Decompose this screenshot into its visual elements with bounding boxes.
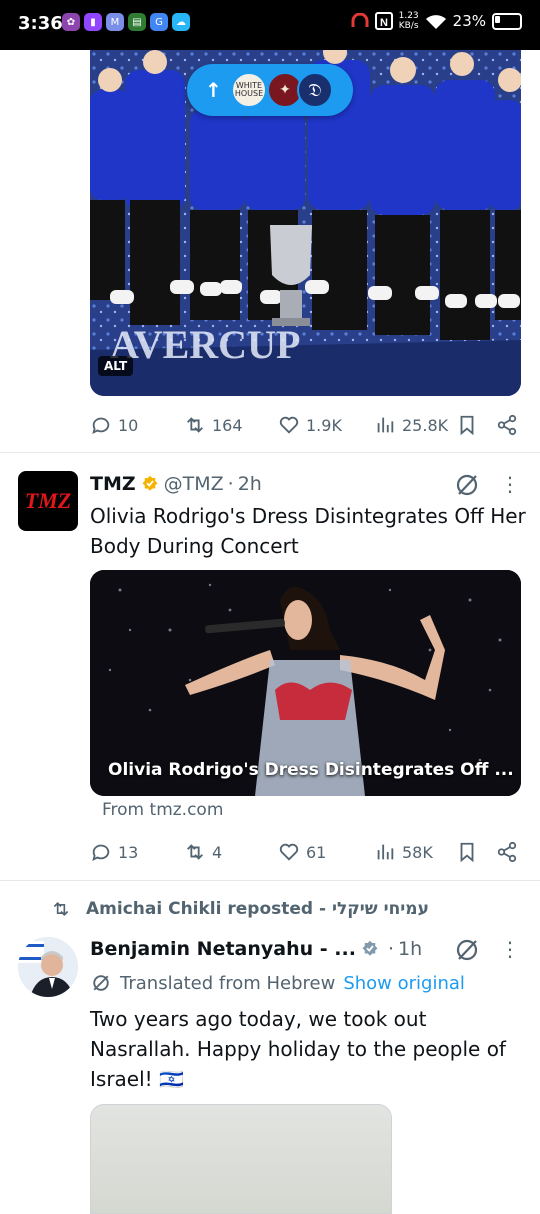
- like-button[interactable]: 61: [278, 838, 326, 866]
- repost-button[interactable]: 4: [184, 838, 222, 866]
- verified-gray-badge-icon: [362, 940, 378, 956]
- pill-avatar-text: WHITE HOUSE: [234, 81, 264, 98]
- like-button[interactable]: 1.9K: [278, 411, 342, 439]
- google-icon: G: [150, 13, 168, 31]
- views-chart-icon: [377, 844, 394, 860]
- pill-avatar-white-house: WHITE HOUSE: [231, 72, 267, 108]
- tweet-time: 2h: [237, 473, 262, 495]
- grok-icon[interactable]: [454, 472, 480, 498]
- news-icon: ▤: [128, 13, 146, 31]
- net-speed-value: 1.23: [398, 11, 419, 21]
- author-name[interactable]: Benjamin Netanyahu - ...: [90, 938, 356, 960]
- share-icon: [497, 414, 517, 436]
- tweet-text: Two years ago today, we took out Nasrall…: [90, 1007, 506, 1091]
- new-posts-pill[interactable]: ↑ WHITE HOUSE ✦ 𝔇: [187, 64, 353, 116]
- tweet-divider: [0, 880, 540, 881]
- svg-text:N: N: [380, 17, 388, 29]
- wifi-icon: [425, 15, 446, 29]
- weather-icon: ☁: [172, 13, 190, 31]
- bookmark-icon: [460, 842, 474, 863]
- more-options-icon[interactable]: ⋮: [500, 937, 520, 961]
- status-time: 3:36: [18, 13, 63, 34]
- repost-icon: [187, 844, 203, 860]
- translated-label: Translated from Hebrew: [120, 972, 336, 994]
- share-button[interactable]: [496, 411, 518, 439]
- pill-avatar-3: 𝔇: [297, 72, 333, 108]
- reply-count: 10: [118, 415, 139, 435]
- reply-button[interactable]: 10: [90, 411, 138, 439]
- tweet-text: Olivia Rodrigo's Dress Disintegrates Off…: [90, 504, 526, 558]
- net-speed: 1.23 KB/s: [399, 11, 419, 31]
- reply-count: 13: [118, 842, 139, 862]
- share-icon: [497, 841, 517, 863]
- tweet3-header: Benjamin Netanyahu - ... · 1h: [90, 936, 422, 962]
- views-button[interactable]: 25.8K: [374, 411, 448, 439]
- tweet2-header: TMZ @TMZ · 2h: [90, 471, 262, 497]
- meta-separator: ·: [387, 938, 394, 960]
- grok-translate-icon: [93, 975, 109, 991]
- show-original-link[interactable]: Show original: [343, 973, 465, 994]
- like-count: 1.9K: [306, 415, 342, 435]
- link-card-title: Olivia Rodrigo's Dress Disintegrates Off…: [108, 760, 514, 780]
- verified-gold-badge-icon: [142, 475, 158, 491]
- views-count: 58K: [402, 842, 433, 862]
- repost-context[interactable]: Amichai Chikli reposted - עמיחי שיקלי: [50, 899, 429, 919]
- views-count: 25.8K: [402, 415, 449, 435]
- bluetooth-headset-icon: [351, 13, 369, 27]
- repost-icon: [187, 417, 203, 433]
- nfc-icon: N: [374, 12, 393, 30]
- twitch-icon: ▮: [84, 13, 102, 31]
- share-button[interactable]: [496, 838, 518, 866]
- reply-icon: [92, 844, 110, 862]
- notification-icons: ✿ ▮ M ▤ G ☁: [62, 13, 190, 31]
- net-speed-unit: KB/s: [398, 21, 419, 31]
- like-count: 61: [306, 842, 327, 862]
- repost-button[interactable]: 164: [184, 411, 243, 439]
- tweet2-actions: 13 4 61 58K: [90, 838, 522, 866]
- repost-count: 164: [212, 415, 243, 435]
- views-chart-icon: [377, 417, 394, 433]
- bookmark-icon: [460, 415, 474, 436]
- alt-badge[interactable]: ALT: [98, 356, 134, 376]
- arrow-up-icon: ↑: [205, 78, 222, 102]
- tweet1-actions: 10 164 1.9K 25.8K: [90, 411, 522, 439]
- tweet-media-image[interactable]: [90, 1104, 392, 1214]
- netanyahu-photo: [18, 937, 78, 997]
- repost-label: Amichai Chikli reposted - עמיחי שיקלי: [86, 899, 429, 919]
- heart-icon: [279, 843, 299, 861]
- battery-icon: [492, 12, 522, 30]
- views-button[interactable]: 58K: [374, 838, 433, 866]
- grok-icon[interactable]: [454, 937, 480, 963]
- svg-text:AVERCUP: AVERCUP: [110, 322, 300, 367]
- bookmark-button[interactable]: [456, 411, 478, 439]
- link-card[interactable]: Olivia Rodrigo's Dress Disintegrates Off…: [90, 570, 521, 796]
- tmz-avatar[interactable]: TMZ: [18, 471, 78, 531]
- status-bar: 3:36 ✿ ▮ M ▤ G ☁ N 1.23 KB/s 23%: [0, 0, 540, 50]
- link-card-source[interactable]: From tmz.com: [102, 800, 223, 820]
- heart-icon: [279, 416, 299, 434]
- tweet-divider: [0, 452, 540, 453]
- meta-separator: ·: [227, 473, 234, 495]
- status-right: N 1.23 KB/s 23%: [351, 11, 522, 31]
- battery-percent: 23%: [452, 12, 486, 30]
- more-options-icon[interactable]: ⋮: [500, 472, 520, 496]
- mail-icon: M: [106, 13, 124, 31]
- tweet-time: 1h: [397, 938, 423, 960]
- translation-row: Translated from Hebrew Show original: [90, 972, 465, 994]
- reply-icon: [92, 417, 110, 435]
- netanyahu-avatar[interactable]: [18, 937, 78, 997]
- repost-count: 4: [212, 842, 223, 862]
- author-handle[interactable]: @TMZ: [164, 473, 224, 495]
- tmz-avatar-text: TMZ: [24, 488, 72, 513]
- app-notification-icon: ✿: [62, 13, 80, 31]
- repost-icon: [53, 901, 69, 917]
- reply-button[interactable]: 13: [90, 838, 138, 866]
- bookmark-button[interactable]: [456, 838, 478, 866]
- author-name[interactable]: TMZ: [90, 473, 136, 495]
